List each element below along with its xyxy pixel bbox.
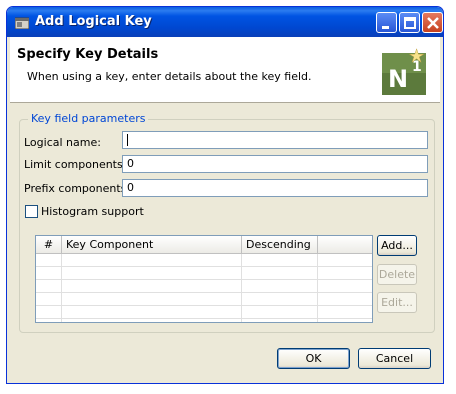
table-row [36,293,372,306]
maximize-button[interactable] [399,12,420,33]
prefix-components-label: Prefix components: [24,182,131,195]
logical-name-input[interactable] [122,131,428,149]
limit-components-input[interactable]: 0 [122,155,428,173]
prefix-components-input[interactable]: 0 [122,179,428,197]
logical-name-label: Logical name: [24,136,101,149]
column-header-filler [318,236,372,254]
n1-wizard-icon: N 1 [382,48,426,95]
close-icon [427,17,439,29]
minimize-icon [382,26,389,29]
group-legend: Key field parameters [28,112,149,125]
delete-button[interactable]: Delete [377,264,417,285]
add-button[interactable]: Add... [377,235,417,256]
table-row [36,306,372,319]
histogram-support-label[interactable]: Histogram support [41,205,144,218]
histogram-support-checkbox[interactable] [25,205,38,218]
header-title: Specify Key Details [17,47,159,62]
title-bar[interactable]: Add Logical Key [7,7,443,37]
window-title: Add Logical Key [35,14,152,29]
column-header-key-component[interactable]: Key Component [62,236,242,254]
column-header-descending[interactable]: Descending [242,236,318,254]
minimize-button[interactable] [376,12,397,33]
wizard-header: Specify Key Details When using a key, en… [10,37,440,102]
header-description: When using a key, enter details about th… [27,70,312,83]
text-caret [127,134,128,146]
app-icon [15,17,29,29]
edit-button[interactable]: Edit... [377,292,417,313]
svg-text:N: N [388,65,408,93]
limit-components-label: Limit components: [24,158,127,171]
maximize-icon [404,17,416,29]
table-row [36,280,372,293]
key-components-table[interactable]: # Key Component Descending [35,235,373,323]
column-header-number[interactable]: # [36,236,62,254]
ok-button[interactable]: OK [277,348,350,369]
dialog-window: Add Logical Key Specify Key Details When… [6,6,444,384]
table-row [36,267,372,280]
close-button[interactable] [422,12,443,33]
table-row [36,254,372,267]
header-separator [10,102,440,103]
cancel-button[interactable]: Cancel [358,348,431,369]
